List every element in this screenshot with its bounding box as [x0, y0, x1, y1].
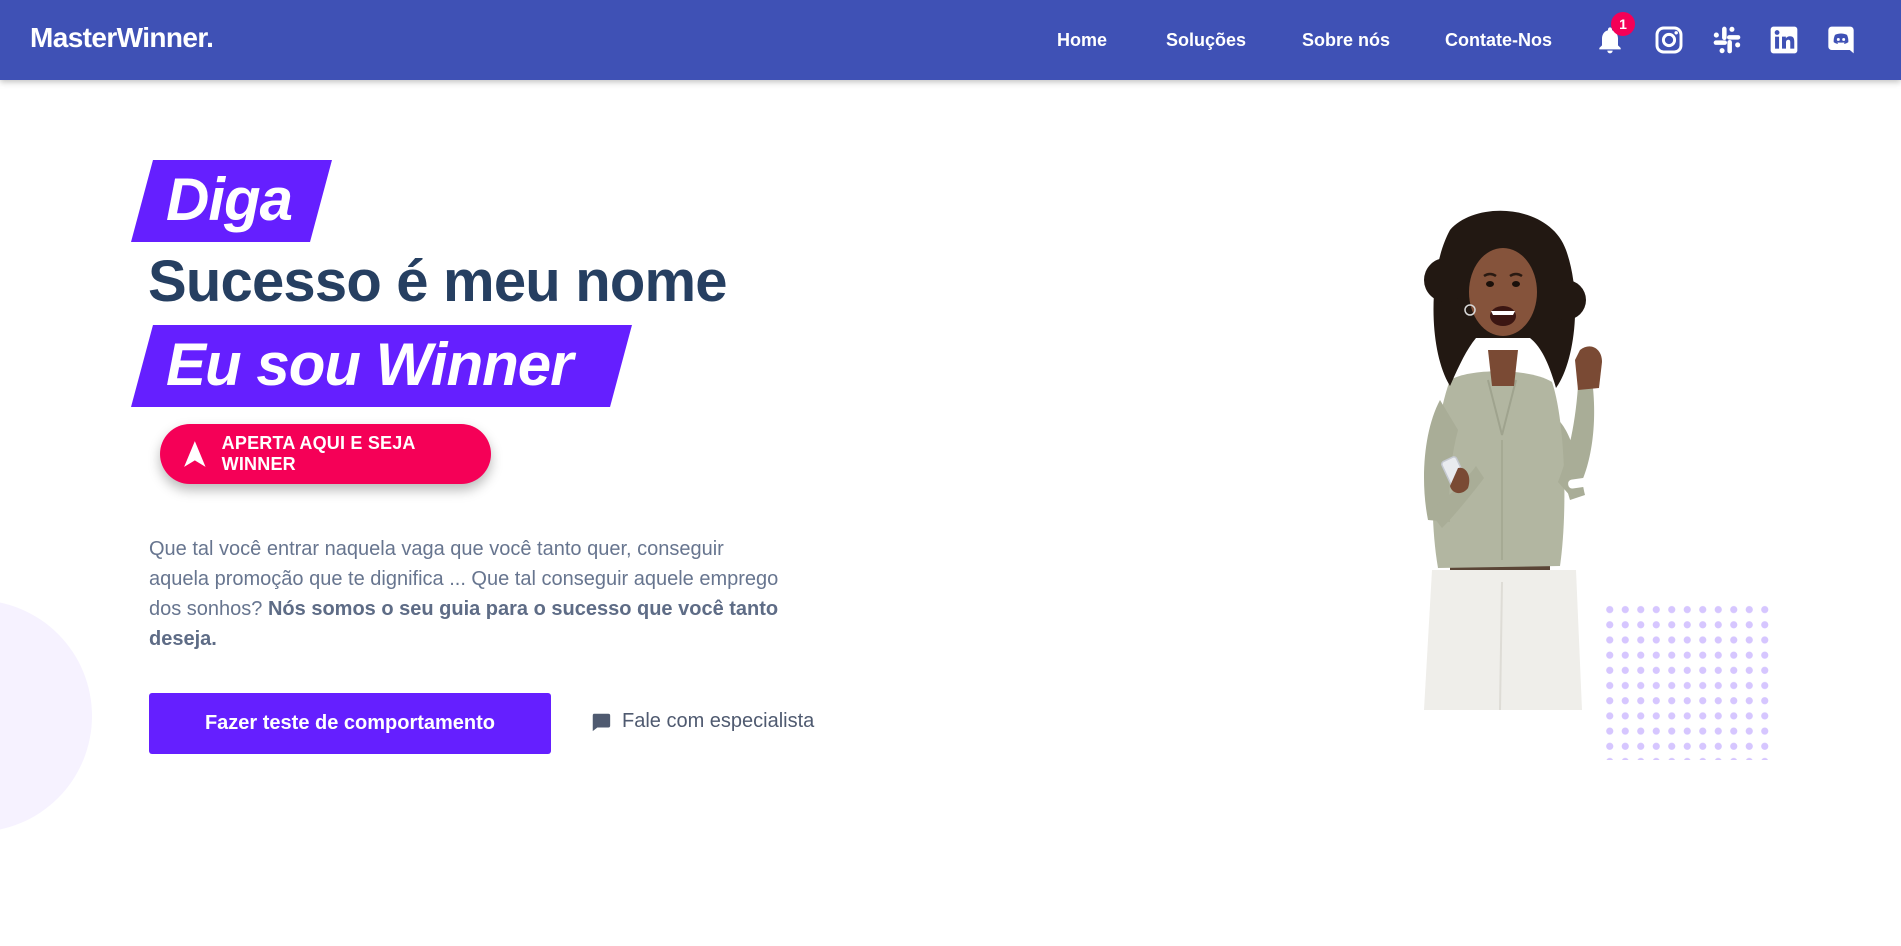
instagram-icon[interactable]	[1653, 24, 1685, 56]
hero-highlight-winner: Eu sou Winner	[166, 331, 573, 398]
discord-icon[interactable]	[1825, 24, 1857, 56]
talk-to-specialist-button[interactable]: Fale com especialista	[590, 710, 814, 733]
behavior-test-button[interactable]: Fazer teste de comportamento	[149, 693, 551, 754]
cta-label: APERTA AQUI E SEJA WINNER	[221, 433, 415, 474]
nav-link-sobre-nos[interactable]: Sobre nós	[1302, 30, 1390, 51]
nav-link-home[interactable]: Home	[1057, 30, 1107, 51]
brand-logo[interactable]: MasterWinner.	[30, 22, 214, 54]
hero-headline: Sucesso é meu nome	[148, 249, 728, 314]
hero-woman-image	[1424, 210, 1602, 710]
cta-seja-winner-button[interactable]: APERTA AQUI E SEJA WINNER	[160, 424, 491, 484]
chat-bubble-icon	[592, 713, 611, 731]
hero-description: Que tal você entrar naquela vaga que voc…	[149, 534, 789, 654]
nav-link-contate-nos[interactable]: Contate-Nos	[1445, 30, 1552, 51]
slack-icon[interactable]	[1711, 24, 1743, 56]
navigation-arrow-icon	[184, 441, 206, 467]
nav-link-solucoes[interactable]: Soluções	[1166, 30, 1246, 51]
linkedin-icon[interactable]	[1768, 24, 1800, 56]
talk-to-specialist-label: Fale com especialista	[622, 710, 815, 732]
page: MasterWinner. Home Soluções Sobre nós Co…	[0, 0, 1901, 946]
decorative-circle	[0, 600, 92, 832]
hero-highlight-diga: Diga	[166, 166, 293, 233]
notification-badge: 1	[1611, 12, 1635, 36]
top-navbar: MasterWinner. Home Soluções Sobre nós Co…	[0, 0, 1901, 80]
